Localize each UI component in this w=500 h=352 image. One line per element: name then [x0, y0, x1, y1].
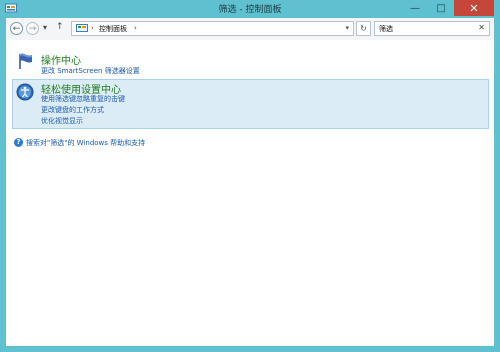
close-icon: ✕	[469, 1, 479, 15]
help-question-icon: ?	[14, 138, 23, 147]
search-input[interactable]: 筛选	[379, 24, 393, 34]
refresh-button[interactable]: ↻	[356, 21, 371, 36]
address-bar[interactable]: › 控制面板 › ▾	[71, 21, 354, 36]
clear-search-icon[interactable]: ✕	[478, 23, 485, 32]
title-bar[interactable]: 筛选 - 控制面板 — □ ✕	[0, 0, 500, 18]
control-panel-icon	[76, 24, 88, 32]
refresh-icon: ↻	[360, 24, 367, 33]
back-button[interactable]: ←	[10, 22, 23, 35]
link-change-smartscreen[interactable]: 更改 SmartScreen 筛选器设置	[41, 66, 140, 76]
address-dropdown-icon[interactable]: ▾	[345, 24, 349, 32]
results-pane: 操作中心 更改 SmartScreen 筛选器设置 轻松使用设置中心 使用筛选键…	[6, 40, 494, 346]
caption-buttons: — □ ✕	[402, 0, 494, 16]
search-box[interactable]: 筛选 ✕	[374, 21, 490, 36]
help-search-text[interactable]: 搜索对"筛选"的 Windows 帮助和支持	[26, 138, 145, 148]
forward-arrow-icon: →	[28, 23, 37, 34]
action-center-flag-icon	[19, 53, 32, 69]
minimize-button[interactable]: —	[402, 0, 428, 16]
result-title-action-center[interactable]: 操作中心	[41, 52, 81, 67]
close-button[interactable]: ✕	[454, 0, 494, 16]
navigation-bar: ← → ▾ ↑ › 控制面板 › ▾ ↻ 筛选 ✕	[6, 18, 494, 40]
up-arrow-icon[interactable]: ↑	[56, 22, 64, 32]
minimize-icon: —	[410, 2, 420, 14]
breadcrumb-separator-icon[interactable]: ›	[134, 24, 137, 32]
result-ease-of-access: 轻松使用设置中心 使用筛选键忽略重复的击键 更改键盘的工作方式 优化视觉显示	[12, 79, 489, 129]
back-arrow-icon: ←	[12, 23, 21, 34]
ease-of-access-icon	[16, 83, 34, 101]
breadcrumb-control-panel[interactable]: 控制面板	[99, 24, 127, 34]
link-optimize-visual-display[interactable]: 优化视觉显示	[41, 116, 83, 126]
maximize-button[interactable]: □	[428, 0, 454, 16]
link-change-keyboard[interactable]: 更改键盘的工作方式	[41, 105, 104, 115]
control-panel-window: 筛选 - 控制面板 — □ ✕ ← → ▾ ↑ › 控制面板 › ▾ ↻ 筛选 …	[0, 0, 500, 352]
result-action-center: 操作中心 更改 SmartScreen 筛选器设置	[12, 49, 489, 79]
forward-button[interactable]: →	[26, 22, 39, 35]
link-filter-keys[interactable]: 使用筛选键忽略重复的击键	[41, 94, 125, 104]
breadcrumb-separator-icon[interactable]: ›	[91, 24, 94, 32]
maximize-icon: □	[436, 2, 446, 14]
recent-locations-chevron-down-icon[interactable]: ▾	[43, 23, 47, 32]
